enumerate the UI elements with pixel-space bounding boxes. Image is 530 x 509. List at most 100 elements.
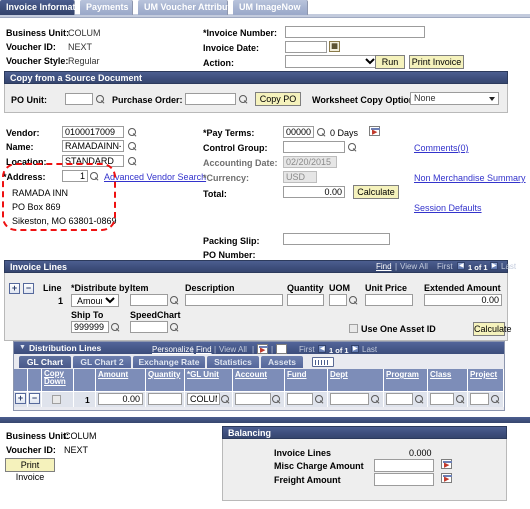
freight-grid-icon[interactable]: [441, 473, 452, 483]
comments-link[interactable]: Comments(0): [414, 143, 469, 153]
gl-unit-lookup-icon[interactable]: [221, 394, 231, 405]
copy-po-button[interactable]: Copy PO: [255, 92, 301, 106]
total-input[interactable]: [283, 186, 345, 198]
pay-terms-lookup-icon[interactable]: [317, 127, 327, 138]
grid-header-class[interactable]: Class: [428, 369, 468, 391]
action-select[interactable]: [285, 55, 379, 68]
location-input[interactable]: [62, 155, 124, 167]
location-lookup-icon[interactable]: [128, 156, 138, 167]
distribution-account-input[interactable]: [235, 393, 271, 405]
grid-header-gl-unit[interactable]: *GL Unit: [185, 369, 233, 391]
distribution-expand-icon[interactable]: [276, 344, 287, 354]
invoice-number-input[interactable]: [285, 26, 425, 38]
po-unit-input[interactable]: [65, 93, 93, 105]
distribution-find-link[interactable]: Find: [196, 345, 212, 354]
distribution-amount-input[interactable]: [98, 393, 143, 405]
fund-lookup-icon[interactable]: [315, 394, 325, 405]
distribution-view-all-link[interactable]: View All: [219, 345, 247, 354]
control-group-input[interactable]: [283, 141, 345, 153]
class-lookup-icon[interactable]: [456, 394, 466, 405]
grid-header-account[interactable]: Account: [233, 369, 285, 391]
pay-terms-input[interactable]: [283, 126, 314, 138]
grid-header-copy-down[interactable]: Copy Down: [42, 369, 74, 391]
misc-charge-grid-icon[interactable]: [441, 459, 452, 469]
freight-amount-input[interactable]: [374, 473, 434, 486]
use-one-asset-id-checkbox[interactable]: [349, 324, 358, 333]
tab-um-imagenow[interactable]: UM ImageNow: [233, 0, 308, 15]
vendor-input[interactable]: [62, 126, 124, 138]
vendor-name-input[interactable]: [62, 140, 124, 152]
description-input[interactable]: [185, 294, 283, 306]
invoice-lines-calculate-button[interactable]: Calculate: [473, 322, 512, 336]
address-lookup-icon[interactable]: [90, 171, 100, 182]
uom-input[interactable]: [329, 294, 347, 306]
item-lookup-icon[interactable]: [170, 295, 180, 306]
speedchart-input[interactable]: [130, 321, 168, 333]
tab-um-voucher-attributes[interactable]: UM Voucher Attributes: [138, 0, 241, 15]
project-lookup-icon[interactable]: [491, 394, 501, 405]
invoice-date-input[interactable]: [285, 41, 327, 53]
item-input[interactable]: [130, 294, 168, 306]
po-unit-lookup-icon[interactable]: [96, 94, 106, 105]
footer-print-invoice-button[interactable]: Print Invoice: [5, 458, 55, 482]
address-input[interactable]: [62, 170, 88, 182]
distribution-collapse-icon[interactable]: ▼: [19, 342, 26, 354]
distribution-dept-input[interactable]: [330, 393, 369, 405]
distribute-by-select[interactable]: Amount: [71, 294, 119, 307]
quantity-input[interactable]: [287, 294, 324, 306]
distribution-add-row-button[interactable]: +: [15, 393, 26, 404]
dept-lookup-icon[interactable]: [371, 394, 381, 405]
invoice-line-delete-button[interactable]: −: [23, 283, 34, 294]
calendar-icon[interactable]: ▦: [329, 41, 340, 52]
tab-payments[interactable]: Payments: [80, 0, 133, 15]
program-lookup-icon[interactable]: [415, 394, 425, 405]
dist-tab-gl-chart[interactable]: GL Chart: [19, 356, 71, 368]
invoice-lines-next-arrow[interactable]: ▶: [490, 262, 498, 270]
ship-to-lookup-icon[interactable]: [111, 322, 121, 333]
extended-amount-input[interactable]: [424, 294, 502, 306]
ship-to-input[interactable]: [71, 321, 109, 333]
misc-charge-amount-input[interactable]: [374, 459, 434, 472]
vendor-lookup-icon[interactable]: [128, 127, 138, 138]
calculate-total-button[interactable]: Calculate: [353, 185, 399, 199]
invoice-lines-find-link[interactable]: Find: [376, 262, 392, 271]
distribution-fund-input[interactable]: [287, 393, 313, 405]
run-button[interactable]: Run: [375, 55, 405, 69]
distribution-quantity-input[interactable]: [148, 393, 182, 405]
account-lookup-icon[interactable]: [272, 394, 282, 405]
tab-scroll-grip[interactable]: [312, 357, 334, 367]
distribution-gl-unit-input[interactable]: [187, 393, 220, 405]
distribution-personalize-link[interactable]: Personalize: [152, 345, 194, 354]
grid-header-quantity[interactable]: Quantity: [146, 369, 185, 391]
unit-price-input[interactable]: [365, 294, 413, 306]
vendor-name-lookup-icon[interactable]: [128, 141, 138, 152]
print-invoice-button[interactable]: Print Invoice: [409, 55, 464, 69]
grid-header-dept[interactable]: Dept: [328, 369, 384, 391]
advanced-vendor-search-link[interactable]: Advanced Vendor Search: [104, 172, 206, 182]
session-defaults-link[interactable]: Session Defaults: [414, 203, 482, 213]
pay-terms-grid-icon[interactable]: [369, 126, 380, 136]
purchase-order-input[interactable]: [185, 93, 236, 105]
invoice-lines-view-all-link[interactable]: View All: [400, 262, 428, 271]
tab-invoice-information[interactable]: Invoice Information: [0, 0, 89, 15]
invoice-lines-prev-arrow[interactable]: ◀: [457, 262, 465, 270]
packing-slip-input[interactable]: [283, 233, 390, 245]
distribution-download-icon[interactable]: [257, 344, 268, 354]
distribution-delete-row-button[interactable]: −: [29, 393, 40, 404]
distribution-prev-arrow[interactable]: ◀: [318, 345, 326, 353]
dist-tab-assets[interactable]: Assets: [261, 356, 303, 368]
copy-down-checkbox[interactable]: [52, 395, 61, 404]
uom-lookup-icon[interactable]: [349, 295, 359, 306]
grid-header-project[interactable]: Project: [468, 369, 504, 391]
distribution-project-input[interactable]: [470, 393, 489, 405]
dist-tab-statistics[interactable]: Statistics: [207, 356, 259, 368]
non-merchandise-summary-link[interactable]: Non Merchandise Summary: [414, 173, 526, 183]
control-group-lookup-icon[interactable]: [348, 142, 358, 153]
distribution-next-arrow[interactable]: ▶: [351, 345, 359, 353]
distribution-program-input[interactable]: [386, 393, 413, 405]
grid-header-amount[interactable]: Amount: [96, 369, 146, 391]
dist-tab-exchange-rate[interactable]: Exchange Rate: [133, 356, 205, 368]
distribution-class-input[interactable]: [430, 393, 454, 405]
purchase-order-lookup-icon[interactable]: [239, 94, 249, 105]
dist-tab-gl-chart-2[interactable]: GL Chart 2: [73, 356, 131, 368]
